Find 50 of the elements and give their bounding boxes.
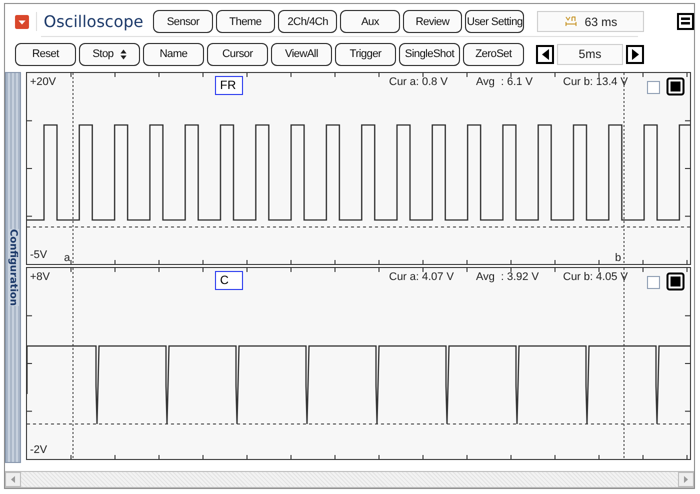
channel-name[interactable]: FR (215, 76, 243, 95)
cursor-label: b (615, 252, 622, 264)
cursor-reading: Cur b: 13.4 V (563, 76, 628, 88)
axis-max-label: +8V (30, 270, 50, 283)
toolbar-button[interactable]: SingleShot (399, 42, 460, 66)
toolbar-button[interactable]: Trigger (335, 42, 396, 66)
axis-min-label: -5V (30, 248, 48, 261)
side-tab[interactable]: Configuration (5, 72, 21, 463)
dropdown-icon[interactable] (15, 14, 29, 29)
toolbar-button[interactable]: Reset (15, 42, 76, 66)
menu-button[interactable]: Theme (216, 10, 276, 34)
left-triangle-icon (542, 48, 548, 60)
mode-select[interactable]: Stop (79, 42, 140, 66)
average-reading: Avg : 3.92 V (476, 270, 539, 283)
side-tab-label: Configuration (8, 228, 18, 306)
next-button[interactable] (626, 44, 644, 64)
left-triangle-icon (11, 476, 15, 483)
cursor-reading: Cur a: 0.8 V (389, 76, 448, 88)
checkbox[interactable] (647, 276, 660, 289)
toolbar-button[interactable]: Name (143, 42, 204, 66)
spinner-icon (120, 48, 127, 60)
menu-icon[interactable] (677, 13, 694, 30)
app-title: Oscilloscope (36, 12, 144, 32)
cursor-reading: Cur b: 4.05 V (563, 270, 628, 283)
cursor-label: a (64, 252, 70, 264)
scroll-right-button[interactable] (678, 472, 694, 487)
checkbox[interactable] (647, 80, 660, 94)
toolbar-button[interactable]: Cursor (207, 42, 268, 66)
channel-name[interactable]: C (215, 270, 243, 290)
toolbar-button[interactable]: ViewAll (271, 42, 332, 66)
average-reading: Avg : 6.1 V (476, 76, 533, 88)
ruler-icon (564, 16, 577, 28)
square-button-icon[interactable] (666, 76, 685, 96)
axis-max-label: +20V (30, 76, 56, 88)
toolbar-button[interactable]: ZeroSet (463, 42, 524, 66)
menu-button[interactable]: Aux (340, 10, 400, 34)
square-button-icon[interactable] (666, 272, 685, 291)
right-triangle-icon (684, 476, 688, 483)
right-triangle-icon (632, 48, 638, 60)
horizontal-scrollbar[interactable] (5, 471, 694, 488)
menu-button[interactable]: User Setting (465, 10, 524, 34)
menu-button[interactable]: Review (402, 10, 462, 34)
previous-button[interactable] (536, 44, 554, 64)
menu-button[interactable]: Sensor (153, 10, 213, 34)
scroll-left-button[interactable] (5, 472, 21, 487)
axis-min-label: -2V (30, 444, 48, 456)
timebase-field[interactable]: 5ms (557, 44, 623, 65)
time-display: 63 ms (537, 11, 644, 32)
menu-button[interactable]: 2Ch/4Ch (278, 10, 338, 34)
cursor-reading: Cur a: 4.07 V (389, 270, 454, 283)
